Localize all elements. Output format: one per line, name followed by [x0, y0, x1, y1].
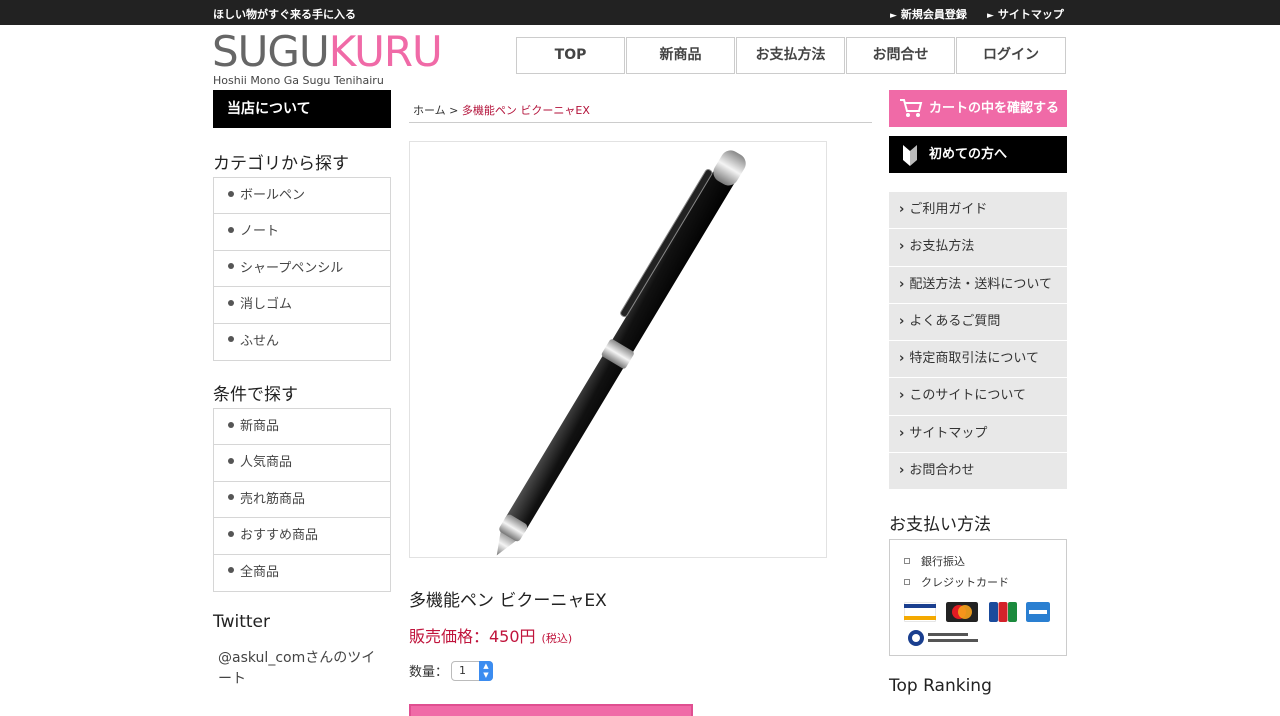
breadcrumb: ホーム > 多機能ペン ビクーニャEX — [413, 102, 590, 118]
chevron-right-icon: › — [899, 463, 905, 479]
payment-method: クレジットカード — [904, 574, 1009, 590]
product-price: 販売価格：450円 (税込) — [409, 627, 573, 646]
bullet-icon — [228, 226, 234, 233]
cart-icon — [900, 99, 923, 117]
chevron-right-icon: › — [899, 313, 905, 329]
jcb-card-icon — [989, 602, 1017, 622]
bullet-icon — [228, 263, 234, 270]
pen-image — [496, 150, 746, 556]
condition-heading: 条件で探す — [213, 385, 298, 405]
add-to-cart-button[interactable] — [409, 704, 693, 716]
guide-item[interactable]: › 配送方法・送料について — [889, 266, 1067, 304]
divider — [409, 122, 872, 123]
payment-box: 銀行振込 クレジットカード — [889, 539, 1067, 656]
nav-contact[interactable]: お問合せ — [846, 37, 955, 74]
nav-payment[interactable]: お支払方法 — [736, 37, 845, 74]
beginner-mark-icon — [903, 145, 917, 166]
breadcrumb-separator: > — [449, 104, 459, 117]
chevron-right-icon: › — [899, 351, 905, 367]
square-bullet-icon — [904, 579, 910, 585]
bullet-icon — [228, 336, 234, 343]
chevron-right-icon: › — [899, 202, 905, 217]
nav-top[interactable]: TOP — [516, 37, 625, 74]
product-image — [409, 141, 827, 558]
guide-item[interactable]: › ご利用ガイド — [889, 192, 1067, 230]
category-list: ボールペン ノート シャープペンシル 消しゴム ふせん — [213, 177, 391, 361]
guide-menu: › ご利用ガイド › お支払方法 › 配送方法・送料について › よくあるご質問 › 特定… — [889, 192, 1067, 491]
ranking-heading: Top Ranking — [889, 676, 992, 696]
mastercard-icon — [946, 602, 978, 622]
nav-new-items[interactable]: 新商品 — [626, 37, 735, 74]
logo-subtitle: Hoshii Mono Ga Sugu Tenihairu — [213, 74, 384, 87]
condition-list: 新商品 人気商品 売れ筋商品 おすすめ商品 全商品 — [213, 408, 391, 592]
site-logo[interactable]: SUGUKURU — [212, 29, 443, 75]
category-item[interactable]: ボールペン — [214, 178, 390, 215]
condition-item[interactable]: 全商品 — [214, 555, 390, 591]
condition-item[interactable]: 売れ筋商品 — [214, 482, 390, 519]
quantity-label: 数量： — [409, 665, 449, 680]
guide-item[interactable]: › 特定商取引法について — [889, 341, 1067, 379]
category-heading: カテゴリから探す — [213, 154, 349, 174]
guide-item[interactable]: › よくあるご質問 — [889, 303, 1067, 342]
diners-club-icon — [908, 630, 978, 646]
category-item[interactable]: ノート — [214, 214, 390, 251]
product-title: 多機能ペン ビクーニャEX — [409, 591, 607, 611]
twitter-timeline-link[interactable]: @askul_comさんのツイート — [218, 648, 388, 690]
view-cart-button[interactable]: カートの中を確認する — [889, 90, 1067, 127]
bullet-icon — [228, 530, 234, 537]
chevron-right-icon: › — [899, 276, 905, 292]
payment-heading: お支払い方法 — [889, 515, 991, 535]
guide-item[interactable]: › サイトマップ — [889, 415, 1067, 454]
register-link[interactable]: ► 新規会員登録 — [890, 6, 967, 22]
bullet-icon — [228, 457, 234, 464]
twitter-heading: Twitter — [213, 612, 270, 632]
bullet-icon — [228, 567, 234, 574]
category-item[interactable]: ふせん — [214, 324, 390, 360]
guide-item[interactable]: › お問合わせ — [889, 453, 1067, 491]
sitemap-link[interactable]: ► サイトマップ — [987, 6, 1064, 22]
nav-login[interactable]: ログイン — [956, 37, 1066, 74]
bullet-icon — [228, 190, 234, 197]
bullet-icon — [228, 421, 234, 428]
payment-method: 銀行振込 — [904, 553, 965, 569]
category-item[interactable]: 消しゴム — [214, 287, 390, 324]
tax-note: (税込) — [541, 632, 573, 645]
about-store-button[interactable]: 当店について — [213, 90, 391, 128]
category-item[interactable]: シャープペンシル — [214, 251, 390, 288]
amex-card-icon — [1026, 602, 1050, 622]
top-bar: ほしい物がすぐ来る手に入る ► 新規会員登録 ► サイトマップ — [0, 0, 1280, 25]
chevron-right-icon: › — [899, 425, 905, 441]
first-time-button[interactable]: 初めての方へ — [889, 136, 1067, 173]
guide-item[interactable]: › お支払方法 — [889, 229, 1067, 267]
quantity-select[interactable]: 1 ▲ ▼ — [451, 661, 493, 681]
condition-item[interactable]: 新商品 — [214, 409, 390, 446]
breadcrumb-current: 多機能ペン ビクーニャEX — [461, 104, 590, 117]
condition-item[interactable]: おすすめ商品 — [214, 518, 390, 555]
breadcrumb-home[interactable]: ホーム — [413, 104, 446, 117]
square-bullet-icon — [904, 558, 910, 564]
bullet-icon — [228, 299, 234, 306]
arrow-right-icon: ► — [890, 11, 897, 21]
chevron-right-icon: › — [899, 239, 905, 255]
tagline: ほしい物がすぐ来る手に入る — [213, 8, 356, 21]
chevron-right-icon: › — [899, 388, 905, 404]
guide-item[interactable]: › このサイトについて — [889, 378, 1067, 416]
bullet-icon — [228, 494, 234, 501]
stepper-icon: ▲ ▼ — [479, 661, 493, 681]
visa-card-icon — [904, 602, 936, 622]
arrow-right-icon: ► — [987, 11, 994, 21]
condition-item[interactable]: 人気商品 — [214, 445, 390, 482]
